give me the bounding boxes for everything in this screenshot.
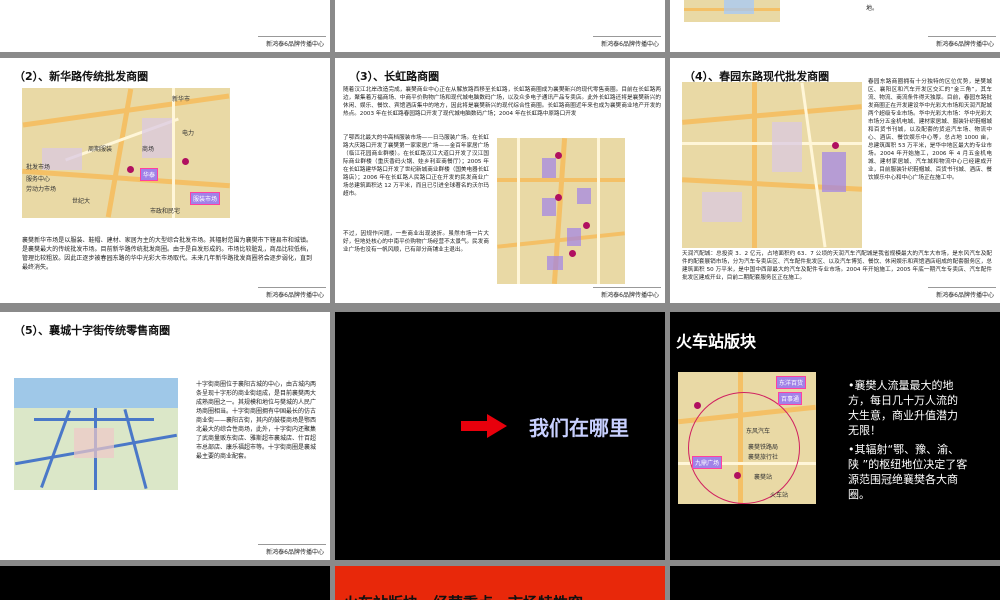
district-map <box>14 378 178 490</box>
slide-where-are-we: 我们在哪里 <box>335 312 665 560</box>
slide-top-right: 地。 新鸿泰6品牌传播中心 <box>670 0 1000 52</box>
district-map <box>497 138 625 284</box>
map-label: 商场 <box>142 146 155 153</box>
bullet-item: •其辐射“鄂、豫、渝、陕 ”的枢纽地位决定了客源范围冠绝襄樊各大商圈。 <box>848 443 968 501</box>
bullet-list: •襄樊人流量最大的地方，每日几十万人流的大生意，商业升值潜力无限！ •其辐射“鄂… <box>848 378 968 502</box>
map-pin <box>569 250 576 257</box>
slide-body-text: 十字街商圈位于襄阳古城的中心，由古城内两条呈现十字形的商业街组成，是目前襄樊两大… <box>196 381 317 460</box>
map-label: 市政和民宅 <box>150 208 181 215</box>
map-label: 服务中心 <box>26 176 51 183</box>
slide-title: （2）、新华路传统批发商圈 <box>14 70 149 83</box>
map-pin <box>555 194 562 201</box>
map-label: 火车站 <box>770 492 789 499</box>
slide-xinhua-road: （2）、新华路传统批发商圈 华泰 服装市场 新华市 周期服装 批发市场 劳动力市… <box>0 58 330 303</box>
map-tag-huatai: 华泰 <box>140 168 159 181</box>
slide-title: （3）、长虹路商圈 <box>349 70 440 83</box>
slide-footer: 新鸿泰6品牌传播中心 <box>593 36 661 48</box>
slide-footer: 新鸿泰6品牌传播中心 <box>928 36 996 48</box>
map-tag-dongyang: 东洋百货 <box>776 376 807 389</box>
slide-railway-station: 火车站版块 东洋百货 百事通 九鼎广场 东风汽车 襄樊铁路局 襄樊旅行社 襄樊站… <box>670 312 1000 560</box>
slide-title: （5）、襄城十字街传统零售商圈 <box>14 324 171 337</box>
map-label: 新华市 <box>172 96 191 103</box>
slide-bottom-right <box>670 566 1000 600</box>
map-label: 襄樊旅行社 <box>748 454 779 461</box>
slide-question: 我们在哪里 <box>529 416 629 440</box>
slide-top-middle: 新鸿泰6品牌传播中心 <box>335 0 665 52</box>
district-map: 东洋百货 百事通 九鼎广场 东风汽车 襄樊铁路局 襄樊旅行社 襄樊站 火车站 <box>678 372 816 504</box>
map-label: 劳动力市场 <box>26 186 57 193</box>
slide-left-text: 了鄂西北最大的中高档服装市场——日马服装广场。在长虹路大庆路口开发了襄樊第一家家… <box>343 135 489 197</box>
slide-intro-text: 随着汉江北岸改造完成，襄樊商业中心正在从解放路西移至长虹路，长虹路商圈成为襄樊新… <box>343 87 661 117</box>
slide-footer: 新鸿泰6品牌传播中心 <box>928 287 996 299</box>
map-label: 襄樊站 <box>754 474 773 481</box>
slide-cross-street: （5）、襄城十字街传统零售商圈 十字街商圈位于襄阳古城的中心，由古城内两条呈现十… <box>0 312 330 560</box>
district-map <box>682 82 862 248</box>
slide-footer: 新鸿泰6品牌传播中心 <box>258 287 326 299</box>
slide-footer: 新鸿泰6品牌传播中心 <box>258 36 326 48</box>
slide-bottom-left <box>0 566 330 600</box>
map-label: 电力 <box>182 130 195 137</box>
slide-body-text: 襄樊新华市场是以服装、鞋帽、建材、家居为主的大型综合批发市场。其辐射范围为襄樊市… <box>22 237 312 271</box>
arrow-right-icon <box>461 414 507 438</box>
map-label: 批发市场 <box>26 164 51 171</box>
map-pin <box>734 472 741 479</box>
slide-top-left: 新鸿泰6品牌传播中心 <box>0 0 330 52</box>
slide-changhong-road: （3）、长虹路商圈 随着汉江北岸改造完成，襄樊商业中心正在从解放路西移至长虹路，… <box>335 58 665 303</box>
map-tag-jiuding: 九鼎广场 <box>692 456 723 469</box>
map-tag-market: 服装市场 <box>190 192 221 205</box>
bullet-item: •襄樊人流量最大的地方，每日几十万人流的大生意，商业升值潜力无限！ <box>848 379 958 437</box>
slide-title: 火车站版块，经营重点，市场特性突 <box>343 592 583 600</box>
map-image <box>684 0 780 22</box>
map-pin <box>555 152 562 159</box>
map-label: 世纪大 <box>72 198 91 205</box>
map-label: 东风汽车 <box>746 428 771 435</box>
slide-right-text: 春园东路商圈拥有十分独特的区位优势，是樊城区、襄阳区和汽车开发区交汇的“金三角”… <box>868 79 992 181</box>
slide-chunyuan-east-road: （4）、春园东路现代批发商圈 春园东路商圈拥有十分独特的区位优势，是樊城区、襄阳… <box>670 58 1000 303</box>
map-label: 周期服装 <box>88 146 113 153</box>
slide-footer: 新鸿泰6品牌传播中心 <box>258 544 326 556</box>
map-pin <box>694 402 701 409</box>
slide-footer: 新鸿泰6品牌传播中心 <box>593 287 661 299</box>
slide-title: 火车站版块 <box>676 332 757 351</box>
slide-left-text-2: 不过，因规作问题，一些商业出现波折。虽然市场一片大好，但地处核心的中南平价购物广… <box>343 231 489 253</box>
map-pin <box>832 142 839 149</box>
district-map: 华泰 服装市场 新华市 周期服装 批发市场 劳动力市场 世纪大 服务中心 商场 … <box>22 88 230 218</box>
slide-bottom-text: 天润汽配城：总投资 3．2 亿元，占地面积约 63．7 公顷的天润汽车汽配城是我… <box>682 251 992 281</box>
map-pin <box>127 166 134 173</box>
map-label: 襄樊铁路局 <box>748 444 779 451</box>
map-tag-baishitong: 百事通 <box>778 392 803 405</box>
slide-bottom-middle: 火车站版块，经营重点，市场特性突 <box>335 566 665 600</box>
map-pin <box>583 222 590 229</box>
text-fragment: 地。 <box>866 5 879 12</box>
map-pin <box>182 158 189 165</box>
